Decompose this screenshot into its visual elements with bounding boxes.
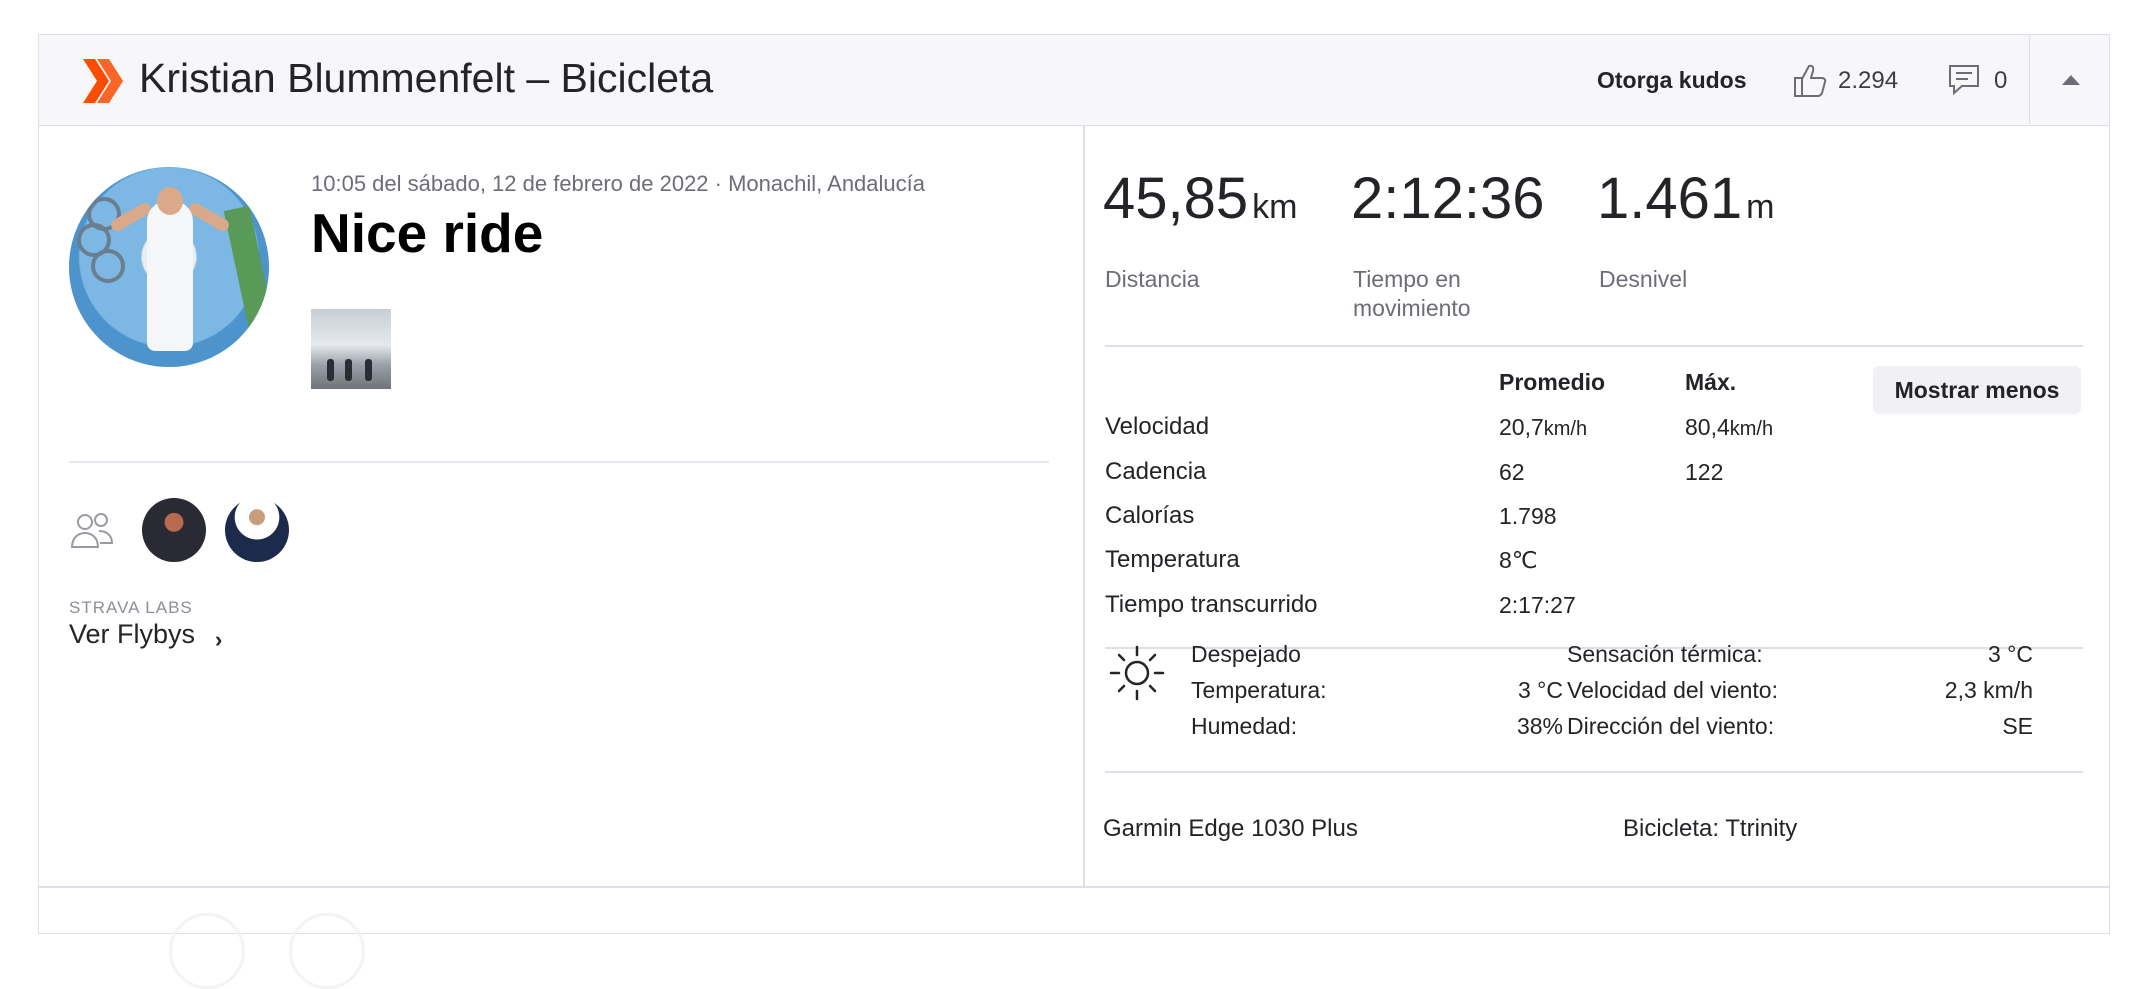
weather-wind-speed-value: 2,3 km/h (1944, 677, 2033, 703)
weather-wind-dir-value: SE (2002, 713, 2033, 739)
stats-divider (1105, 345, 2083, 347)
column-divider (1083, 126, 1085, 886)
thumbs-up-icon[interactable] (1791, 61, 1829, 99)
stat-elevation: 1.461 m (1597, 165, 1774, 232)
stat-distance: 45,85 km (1103, 165, 1297, 232)
give-kudos-button[interactable]: Otorga kudos (1597, 67, 1747, 94)
activity-owner-title[interactable]: Kristian Blummenfelt – Bicicleta (139, 55, 713, 102)
card-bottom-divider (39, 886, 2109, 888)
table-row-label: Cadencia (1105, 458, 1207, 485)
activity-title: Nice ride (311, 202, 544, 264)
elevation-label: Desnivel (1599, 266, 1688, 292)
table-cell-avg: 20,7km/h (1499, 414, 1588, 440)
weather-feels-value: 3 °C (1988, 641, 2033, 667)
group-activity-icon (70, 513, 114, 548)
view-flybys-link[interactable]: Ver Flybys (69, 619, 195, 650)
strava-labs-label: STRAVA LABS (69, 598, 193, 617)
activity-card: Kristian Blummenfelt – Bicicleta Otorga … (38, 34, 2110, 989)
table-row-label: Tiempo transcurrido (1105, 591, 1318, 618)
table-cell-max: 80,4km/h (1685, 414, 1774, 440)
group-athlete-avatar[interactable] (225, 498, 289, 562)
avg-column-header: Promedio (1499, 369, 1606, 395)
weather-divider (1105, 771, 2083, 773)
weather-feels-label: Sensación térmica: (1567, 641, 1763, 667)
weather-wind-dir-label: Dirección del viento: (1567, 713, 1775, 739)
ride-chevron-icon (83, 59, 123, 103)
bike-name[interactable]: Bicicleta: Ttrinity (1623, 815, 1797, 843)
weather-condition: Despejado (1191, 641, 1301, 667)
activity-photo-thumbnail[interactable] (311, 309, 391, 389)
max-column-header: Máx. (1685, 369, 1737, 395)
watermark-decoration (289, 913, 365, 989)
athlete-avatar[interactable] (69, 167, 269, 367)
weather-humidity-value: 38% (1516, 713, 1563, 739)
group-athlete-avatar[interactable] (142, 498, 206, 562)
table-row-label: Calorías (1105, 502, 1195, 529)
table-row-label: Velocidad (1105, 413, 1210, 440)
left-divider (69, 461, 1049, 463)
table-cell-avg: 1.798 (1499, 503, 1557, 529)
distance-value: 45,85 (1103, 166, 1249, 231)
kudos-count[interactable]: 2.294 (1838, 67, 1898, 95)
distance-label: Distancia (1105, 266, 1200, 292)
sun-icon (1109, 645, 1165, 701)
watermark-decoration (169, 913, 245, 989)
chevron-right-icon[interactable]: › (215, 627, 222, 653)
show-less-button[interactable]: Mostrar menos (1873, 366, 2081, 414)
elevation-value: 1.461 (1597, 166, 1743, 231)
table-row-label: Temperatura (1105, 546, 1240, 573)
caret-up-icon (2062, 75, 2080, 85)
activity-header: Kristian Blummenfelt – Bicicleta Otorga … (39, 35, 2109, 126)
moving-time-label: Tiempo en movimiento (1353, 266, 1471, 321)
collapse-button[interactable] (2029, 35, 2112, 124)
device-name: Garmin Edge 1030 Plus (1103, 815, 1358, 842)
elevation-unit: m (1746, 188, 1775, 226)
distance-unit: km (1252, 188, 1298, 226)
table-cell-avg: 2:17:27 (1499, 592, 1576, 618)
weather-wind-speed-label: Velocidad del viento: (1567, 677, 1778, 703)
stat-moving-time: 2:12:36 (1351, 165, 1545, 232)
weather-temp-value: 3 °C (1518, 677, 1563, 703)
activity-date-location: 10:05 del sábado, 12 de febrero de 2022 … (311, 171, 926, 196)
weather-temp-label: Temperatura: (1191, 677, 1327, 703)
table-cell-avg: 62 (1499, 459, 1525, 485)
table-cell-avg: 8℃ (1499, 547, 1538, 573)
moving-time-value: 2:12:36 (1351, 166, 1545, 231)
table-cell-max: 122 (1685, 459, 1724, 485)
weather-humidity-label: Humedad: (1191, 713, 1298, 739)
comment-count[interactable]: 0 (1994, 67, 2007, 95)
comment-icon[interactable] (1947, 63, 1981, 97)
